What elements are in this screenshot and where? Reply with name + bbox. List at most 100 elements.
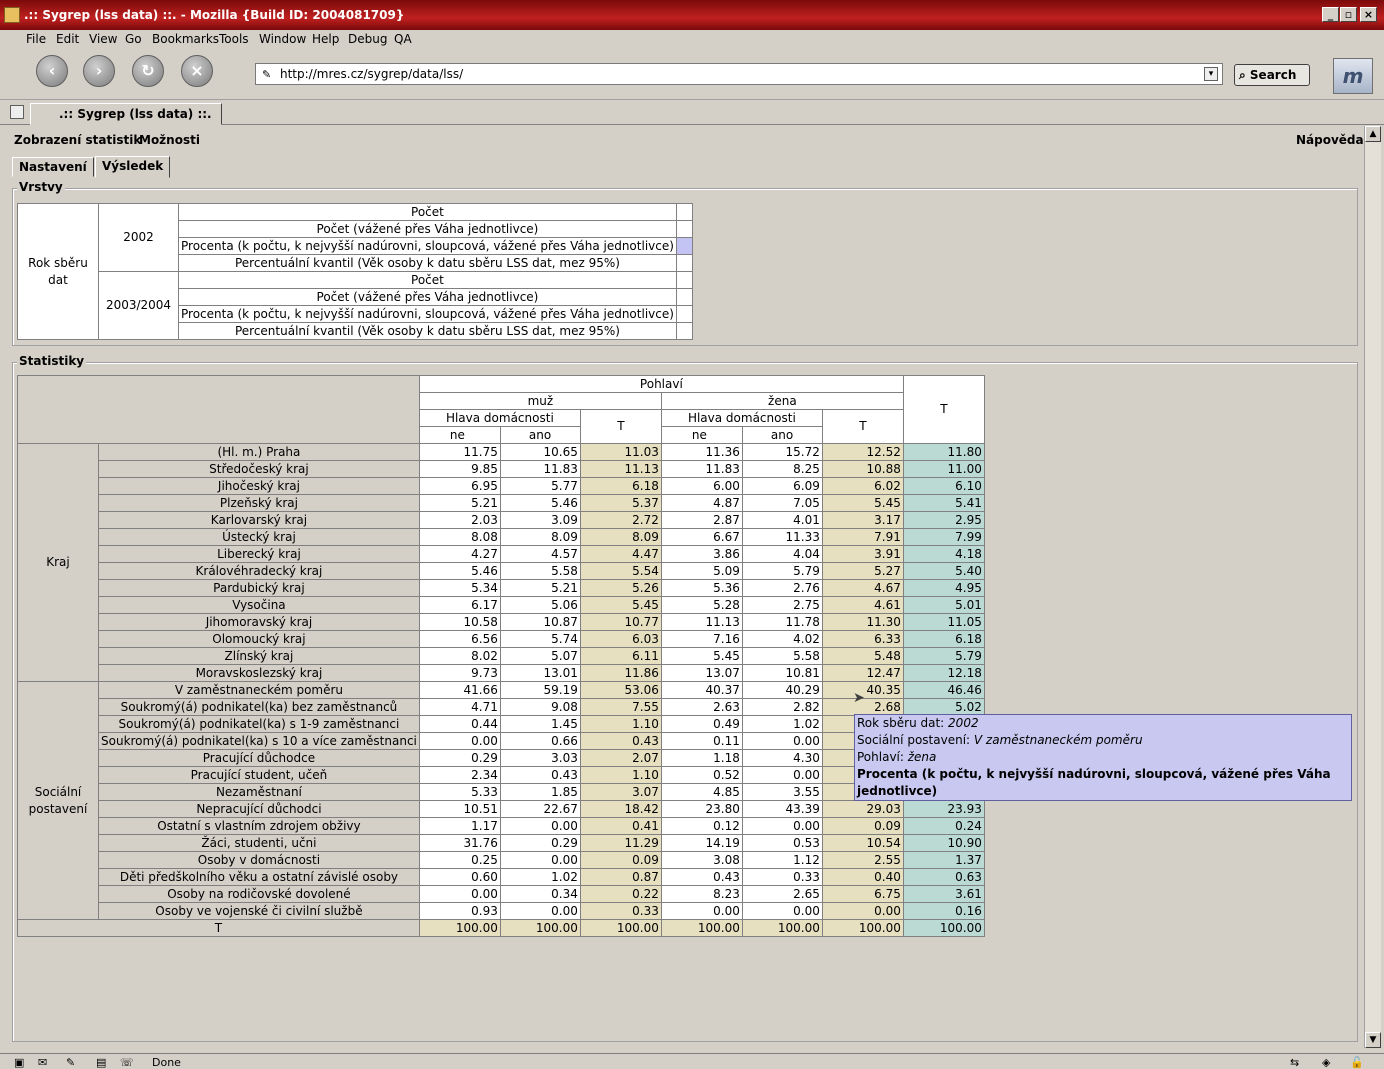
- layer-checkbox-selected[interactable]: [675, 237, 693, 255]
- value-cell[interactable]: 9.85: [418, 460, 501, 478]
- value-cell[interactable]: 0.00: [418, 885, 501, 903]
- value-cell[interactable]: 4.87: [660, 494, 743, 512]
- value-cell[interactable]: 11.80: [902, 443, 985, 461]
- total-cell[interactable]: 100.00: [499, 919, 581, 937]
- value-cell[interactable]: 31.76: [418, 834, 501, 852]
- forward-arrow-icon[interactable]: ›: [83, 55, 115, 87]
- value-cell[interactable]: 5.21: [499, 579, 581, 597]
- value-cell[interactable]: 4.57: [499, 545, 581, 563]
- value-cell[interactable]: 13.01: [499, 664, 581, 682]
- value-cell[interactable]: 6.75: [821, 885, 904, 903]
- value-cell[interactable]: 4.71: [418, 698, 501, 716]
- value-cell[interactable]: 5.79: [902, 647, 985, 665]
- value-cell[interactable]: 11.83: [660, 460, 743, 478]
- value-cell[interactable]: 11.00: [902, 460, 985, 478]
- mail-icon[interactable]: ✉: [38, 1056, 47, 1069]
- value-cell[interactable]: 11.13: [579, 460, 662, 478]
- help-link[interactable]: Nápověda: [1296, 133, 1364, 147]
- value-cell[interactable]: 6.18: [579, 477, 662, 495]
- value-cell[interactable]: 5.45: [579, 596, 662, 614]
- value-cell[interactable]: 12.52: [821, 443, 904, 461]
- value-cell[interactable]: 8.08: [418, 528, 501, 546]
- value-cell[interactable]: 41.66: [418, 681, 501, 699]
- value-cell[interactable]: 5.58: [499, 562, 581, 580]
- value-cell[interactable]: 1.12: [741, 851, 823, 869]
- value-cell[interactable]: 7.16: [660, 630, 743, 648]
- value-cell[interactable]: 43.39: [741, 800, 823, 818]
- value-cell[interactable]: 6.10: [902, 477, 985, 495]
- value-cell[interactable]: 4.02: [741, 630, 823, 648]
- value-cell[interactable]: 13.07: [660, 664, 743, 682]
- value-cell[interactable]: 4.04: [741, 545, 823, 563]
- value-cell[interactable]: 40.29: [741, 681, 823, 699]
- value-cell[interactable]: 5.41: [902, 494, 985, 512]
- value-cell[interactable]: 11.30: [821, 613, 904, 631]
- value-cell[interactable]: 6.11: [579, 647, 662, 665]
- value-cell[interactable]: 5.74: [499, 630, 581, 648]
- value-cell[interactable]: 1.37: [902, 851, 985, 869]
- value-cell[interactable]: 10.81: [741, 664, 823, 682]
- total-cell[interactable]: 100.00: [741, 919, 823, 937]
- value-cell[interactable]: 40.37: [660, 681, 743, 699]
- value-cell[interactable]: 15.72: [741, 443, 823, 461]
- value-cell[interactable]: 0.00: [821, 902, 904, 920]
- value-cell[interactable]: 6.09: [741, 477, 823, 495]
- value-cell[interactable]: 0.53: [741, 834, 823, 852]
- value-cell[interactable]: 10.87: [499, 613, 581, 631]
- value-cell[interactable]: 14.19: [660, 834, 743, 852]
- value-cell[interactable]: 0.11: [660, 732, 743, 750]
- value-cell[interactable]: 9.08: [499, 698, 581, 716]
- value-cell[interactable]: 3.91: [821, 545, 904, 563]
- value-cell[interactable]: 7.99: [902, 528, 985, 546]
- tab-vysledek[interactable]: Výsledek: [95, 156, 171, 178]
- value-cell[interactable]: 5.09: [660, 562, 743, 580]
- composer-icon[interactable]: ✎: [66, 1056, 75, 1069]
- value-cell[interactable]: 5.37: [579, 494, 662, 512]
- value-cell[interactable]: 6.00: [660, 477, 743, 495]
- value-cell[interactable]: 22.67: [499, 800, 581, 818]
- value-cell[interactable]: 3.08: [660, 851, 743, 869]
- value-cell[interactable]: 10.65: [499, 443, 581, 461]
- value-cell[interactable]: 2.65: [741, 885, 823, 903]
- value-cell[interactable]: 11.36: [660, 443, 743, 461]
- layer-checkbox[interactable]: [675, 203, 693, 221]
- value-cell[interactable]: 0.09: [579, 851, 662, 869]
- vertical-scrollbar[interactable]: ▲ ▼: [1364, 126, 1381, 1048]
- value-cell[interactable]: 10.90: [902, 834, 985, 852]
- value-cell[interactable]: 0.52: [660, 766, 743, 784]
- menu-qa[interactable]: QA: [394, 32, 412, 46]
- menu-zobrazeni[interactable]: Zobrazení statistik: [14, 133, 141, 147]
- tab-menu-icon[interactable]: [10, 105, 24, 119]
- value-cell[interactable]: 1.10: [579, 715, 662, 733]
- value-cell[interactable]: 12.47: [821, 664, 904, 682]
- value-cell[interactable]: 7.91: [821, 528, 904, 546]
- value-cell[interactable]: 53.06: [579, 681, 662, 699]
- value-cell[interactable]: 3.17: [821, 511, 904, 529]
- value-cell[interactable]: 11.78: [741, 613, 823, 631]
- value-cell[interactable]: 29.03: [821, 800, 904, 818]
- value-cell[interactable]: 11.86: [579, 664, 662, 682]
- value-cell[interactable]: 46.46: [902, 681, 985, 699]
- value-cell[interactable]: 4.47: [579, 545, 662, 563]
- address-book-icon[interactable]: ▤: [96, 1056, 106, 1069]
- value-cell[interactable]: 5.46: [499, 494, 581, 512]
- scroll-down-icon[interactable]: ▼: [1365, 1032, 1381, 1048]
- value-cell[interactable]: 1.17: [418, 817, 501, 835]
- total-cell[interactable]: 100.00: [821, 919, 904, 937]
- value-cell[interactable]: 6.02: [821, 477, 904, 495]
- value-cell[interactable]: 10.88: [821, 460, 904, 478]
- value-cell[interactable]: 10.54: [821, 834, 904, 852]
- value-cell[interactable]: 1.02: [499, 868, 581, 886]
- menu-view[interactable]: View: [89, 32, 117, 46]
- url-dropdown-icon[interactable]: ▾: [1204, 67, 1218, 81]
- value-cell[interactable]: 4.01: [741, 511, 823, 529]
- menu-bookmarks[interactable]: Bookmarks: [152, 32, 219, 46]
- total-cell[interactable]: 100.00: [418, 919, 501, 937]
- value-cell[interactable]: 23.80: [660, 800, 743, 818]
- value-cell[interactable]: 2.82: [741, 698, 823, 716]
- value-cell[interactable]: 5.28: [660, 596, 743, 614]
- value-cell[interactable]: 5.54: [579, 562, 662, 580]
- total-cell[interactable]: 100.00: [660, 919, 743, 937]
- value-cell[interactable]: 0.09: [821, 817, 904, 835]
- scroll-up-icon[interactable]: ▲: [1365, 126, 1381, 142]
